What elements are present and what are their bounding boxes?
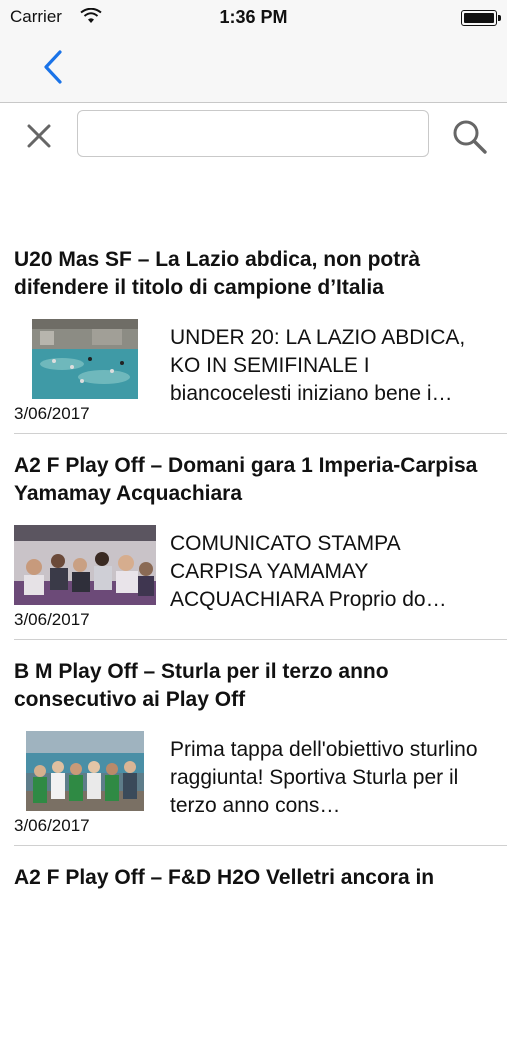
- article-summary: COMUNICATO STAMPA CARPISA YAMAMAY ACQUAC…: [170, 532, 447, 611]
- article-item[interactable]: U20 Mas SF – La Lazio abdica, non potrà …: [0, 230, 507, 436]
- article-title: A2 F Play Off – Domani gara 1 Imperia-Ca…: [14, 454, 478, 505]
- status-bar: Carrier 1:36 PM: [0, 0, 507, 34]
- article-date: 3/06/2017: [14, 404, 90, 423]
- article-item[interactable]: A2 F Play Off – F&D H2O Velletri ancora …: [0, 848, 507, 1054]
- clock-time: 1:36 PM: [219, 7, 288, 27]
- search-input[interactable]: [77, 110, 429, 157]
- article-summary: Prima tappa dell'obiettivo sturlino ragg…: [170, 738, 478, 817]
- article-thumbnail-image: [26, 731, 144, 811]
- divider: [14, 845, 507, 846]
- article-item[interactable]: B M Play Off – Sturla per il terzo anno …: [0, 642, 507, 848]
- article-summary: UNDER 20: LA LAZIO ABDICA, KO IN SEMIFIN…: [170, 326, 466, 405]
- navigation-bar: [0, 34, 507, 103]
- article-item[interactable]: A2 F Play Off – Domani gara 1 Imperia-Ca…: [0, 436, 507, 642]
- article-thumbnail-image: [14, 525, 156, 605]
- close-icon[interactable]: [22, 119, 56, 153]
- search-icon[interactable]: [450, 117, 490, 157]
- article-date: 3/06/2017: [14, 816, 90, 835]
- divider: [14, 433, 507, 434]
- article-date: 3/06/2017: [14, 610, 90, 629]
- chevron-left-icon[interactable]: [36, 46, 72, 90]
- article-title: U20 Mas SF – La Lazio abdica, non potrà …: [14, 248, 421, 299]
- article-title: B M Play Off – Sturla per il terzo anno …: [14, 660, 389, 711]
- search-bar: [0, 103, 507, 165]
- article-list: U20 Mas SF – La Lazio abdica, non potrà …: [0, 230, 507, 1054]
- article-thumbnail-image: [32, 319, 138, 399]
- article-title: A2 F Play Off – F&D H2O Velletri ancora …: [14, 866, 435, 889]
- battery-icon: [461, 10, 501, 26]
- divider: [14, 639, 507, 640]
